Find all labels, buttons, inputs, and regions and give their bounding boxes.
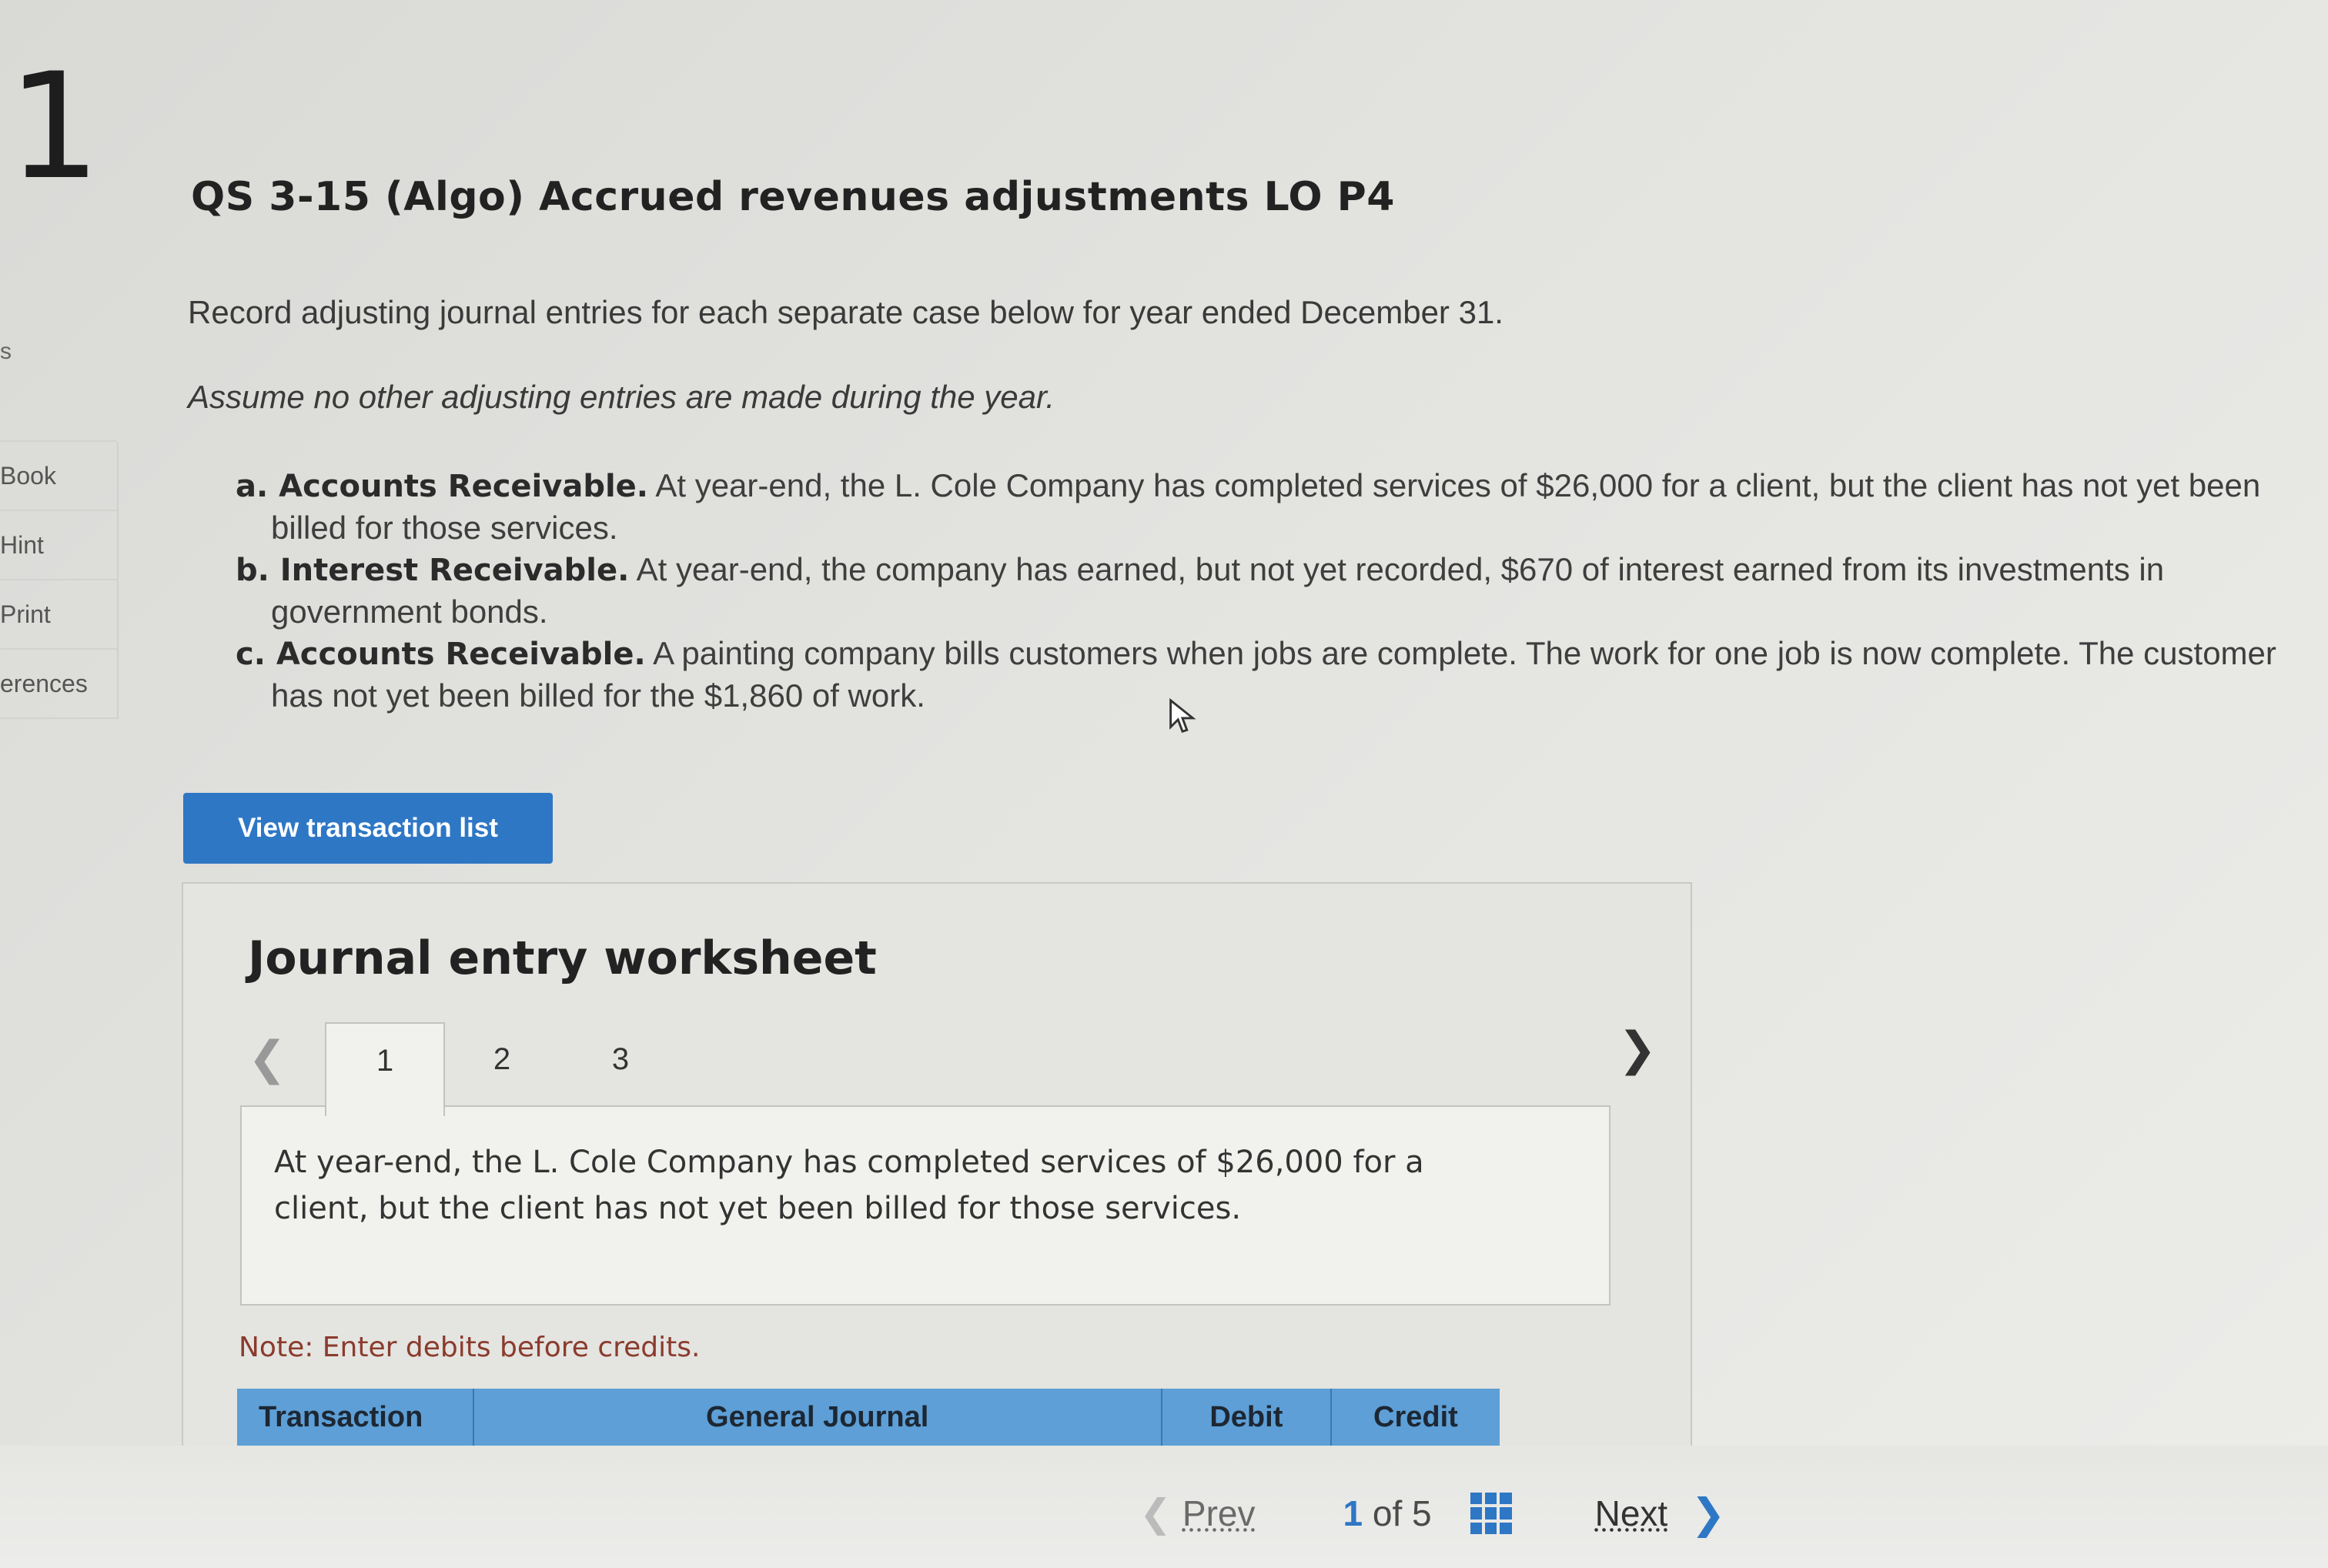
journal-table-header: Transaction General Journal Debit Credit — [237, 1389, 1500, 1446]
tab-3[interactable]: 3 — [562, 1022, 679, 1115]
case-label: b. Interest Receivable. — [236, 553, 630, 588]
journal-entry-worksheet: Journal entry worksheet ❮ 1 2 3 ❯ At yea… — [182, 882, 1692, 1447]
view-transaction-list-button[interactable]: View transaction list — [183, 793, 553, 864]
worksheet-tabs: ❮ 1 2 3 ❯ — [248, 1022, 1672, 1116]
case-item: a. Accounts Receivable. At year-end, the… — [236, 465, 2283, 549]
tab-1[interactable]: 1 — [325, 1022, 445, 1116]
col-general-journal: General Journal — [473, 1389, 1162, 1446]
page-indicator: 1 of 5 — [1343, 1493, 1432, 1534]
case-label: c. Accounts Receivable. — [236, 637, 646, 672]
sidebar-item-references[interactable]: erences — [0, 648, 117, 719]
question-number: 1 — [8, 42, 101, 212]
question-intro: Record adjusting journal entries for eac… — [188, 294, 1504, 330]
chevron-right-icon[interactable]: ❯ — [1618, 1022, 1657, 1076]
sidebar-item-print[interactable]: Print — [0, 579, 117, 650]
transaction-description-box: At year-end, the L. Cole Company has com… — [240, 1105, 1611, 1306]
prev-button[interactable]: Prev — [1182, 1493, 1256, 1534]
next-button[interactable]: Next — [1595, 1493, 1668, 1534]
chevron-left-icon[interactable]: ❮ — [248, 1031, 286, 1085]
col-transaction: Transaction — [237, 1389, 474, 1446]
page-of-label: of — [1372, 1493, 1403, 1533]
case-item: c. Accounts Receivable. A painting compa… — [236, 633, 2283, 717]
transaction-description: At year-end, the L. Cole Company has com… — [274, 1145, 1424, 1226]
question-assumption: Assume no other adjusting entries are ma… — [188, 379, 1055, 415]
chevron-left-icon[interactable]: ❮ — [1139, 1491, 1172, 1536]
mouse-pointer-icon — [1169, 697, 1196, 734]
pager: ❮ Prev 1 of 5 Next ❯ — [1139, 1483, 1725, 1544]
grid-icon[interactable] — [1470, 1493, 1512, 1534]
case-list: a. Accounts Receivable. At year-end, the… — [236, 465, 2283, 717]
col-debit: Debit — [1162, 1389, 1332, 1446]
tab-2[interactable]: 2 — [443, 1022, 560, 1115]
total-pages: 5 — [1412, 1493, 1432, 1533]
worksheet-note: Note: Enter debits before credits. — [239, 1332, 701, 1363]
chevron-right-icon[interactable]: ❯ — [1691, 1489, 1725, 1538]
question-title: QS 3-15 (Algo) Accrued revenues adjustme… — [191, 174, 1395, 220]
sidebar: Book Hint Print erences — [0, 440, 119, 719]
col-credit: Credit — [1331, 1389, 1500, 1446]
case-label: a. Accounts Receivable. — [236, 469, 648, 504]
case-item: b. Interest Receivable. At year-end, the… — [236, 549, 2283, 633]
worksheet-title: Journal entry worksheet — [248, 931, 877, 985]
sidebar-item-hint[interactable]: Hint — [0, 510, 117, 580]
current-page: 1 — [1343, 1493, 1363, 1533]
sidebar-partial-label: s — [0, 339, 12, 364]
sidebar-item-book[interactable]: Book — [0, 440, 117, 511]
